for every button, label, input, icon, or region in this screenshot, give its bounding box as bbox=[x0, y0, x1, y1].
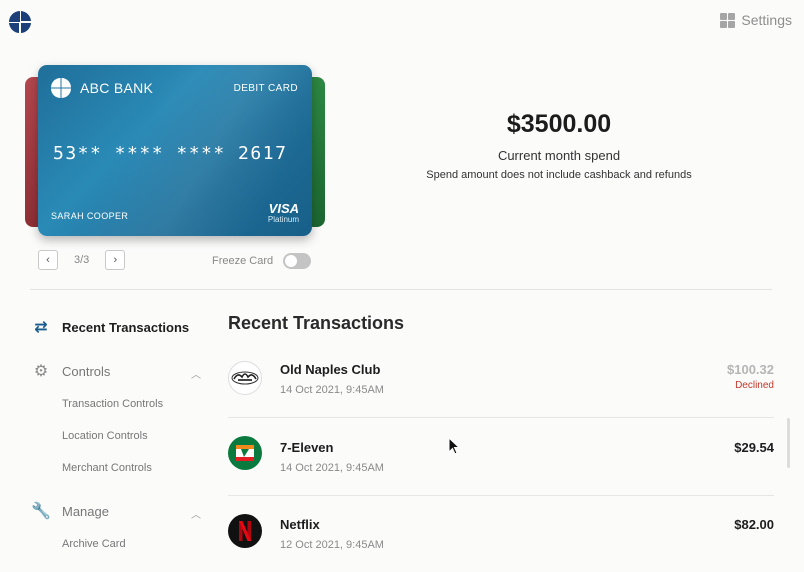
spend-summary: $3500.00 Current month spend Spend amoun… bbox=[395, 110, 723, 181]
sidebar-item-controls[interactable]: ⚙ Controls bbox=[32, 362, 111, 380]
settings-button[interactable]: Settings bbox=[720, 12, 792, 28]
settings-label: Settings bbox=[741, 12, 792, 28]
next-card-button[interactable]: › bbox=[105, 250, 126, 270]
transaction-amount: $82.00 bbox=[734, 517, 774, 532]
transaction-name: Old Naples Club bbox=[280, 362, 381, 377]
sidebar-item-label: Recent Transactions bbox=[62, 319, 190, 335]
wrench-icon: 🔧 bbox=[31, 503, 51, 520]
freeze-card-toggle[interactable] bbox=[283, 253, 312, 269]
sidebar-item-recent-transactions[interactable]: ⇄ Recent Transactions bbox=[32, 318, 189, 336]
netflix-logo bbox=[228, 514, 262, 548]
chevron-left-icon: ‹ bbox=[46, 254, 50, 266]
transaction-row[interactable]: Netflix 12 Oct 2021, 9:45AM $82.00 bbox=[228, 496, 774, 572]
transaction-date: 12 Oct 2021, 9:45AM bbox=[280, 539, 384, 551]
sidebar-item-merchant-controls[interactable]: Merchant Controls bbox=[62, 462, 152, 474]
chevron-up-icon[interactable]: ︿ bbox=[191, 366, 201, 381]
prev-card-button[interactable]: ‹ bbox=[38, 250, 58, 270]
spend-note: Spend amount does not include cashback a… bbox=[426, 169, 692, 181]
freeze-card: Freeze Card bbox=[212, 253, 312, 269]
transaction-row[interactable]: Old Naples Club 14 Oct 2021, 9:45AM $100… bbox=[228, 340, 774, 418]
section-divider bbox=[30, 289, 772, 290]
transactions-title: Recent Transactions bbox=[228, 313, 405, 333]
swap-arrows-icon: ⇄ bbox=[34, 319, 48, 336]
sidebar-item-manage[interactable]: 🔧 Manage bbox=[31, 502, 109, 520]
card-page-indicator: 3/3 bbox=[74, 254, 90, 266]
sidebar-item-location-controls[interactable]: Location Controls bbox=[62, 430, 148, 442]
gear-icon: ⚙ bbox=[33, 363, 49, 380]
chevron-up-icon[interactable]: ︿ bbox=[191, 506, 201, 521]
grid-icon bbox=[720, 12, 736, 28]
sidebar-item-label: Manage bbox=[62, 503, 109, 519]
chevron-right-icon: › bbox=[113, 254, 118, 266]
transaction-date: 14 Oct 2021, 9:45AM bbox=[280, 462, 384, 474]
old-naples-club-logo bbox=[228, 361, 262, 395]
sidebar-item-label: Controls bbox=[62, 363, 111, 379]
sidebar-item-archive-card[interactable]: Archive Card bbox=[62, 538, 126, 550]
card-pager: ‹ 3/3 › bbox=[38, 250, 126, 270]
mouse-cursor-icon bbox=[448, 437, 460, 455]
app-logo-icon[interactable] bbox=[9, 11, 31, 33]
transaction-amount: $29.54 bbox=[734, 440, 774, 455]
transaction-row[interactable]: 7-Eleven 14 Oct 2021, 9:45AM $29.54 bbox=[228, 418, 774, 496]
freeze-card-label: Freeze Card bbox=[212, 255, 274, 267]
card-number: 53** **** **** 2617 bbox=[53, 143, 288, 164]
bank-logo-icon bbox=[51, 78, 71, 98]
card-holder: SARAH COOPER bbox=[51, 211, 129, 221]
card-type: DEBIT CARD bbox=[233, 83, 298, 94]
spend-label: Current month spend bbox=[497, 148, 621, 163]
card-tier: Platinum bbox=[267, 215, 299, 224]
seven-eleven-logo bbox=[228, 436, 262, 470]
transaction-name: Netflix bbox=[280, 517, 320, 532]
sidebar-item-transaction-controls[interactable]: Transaction Controls bbox=[62, 398, 163, 410]
card-bank-name: ABC BANK bbox=[80, 80, 154, 96]
scrollbar-thumb[interactable] bbox=[787, 418, 790, 468]
transaction-name: 7-Eleven bbox=[280, 440, 334, 455]
debit-card[interactable]: ABC BANK DEBIT CARD 53** **** **** 2617 … bbox=[38, 65, 312, 236]
transaction-date: 14 Oct 2021, 9:45AM bbox=[280, 384, 384, 396]
transaction-status-badge: Declined bbox=[735, 380, 774, 391]
spend-amount: $3500.00 bbox=[506, 110, 612, 138]
visa-logo: VISA bbox=[268, 201, 299, 216]
transaction-amount: $100.32 bbox=[727, 362, 774, 377]
